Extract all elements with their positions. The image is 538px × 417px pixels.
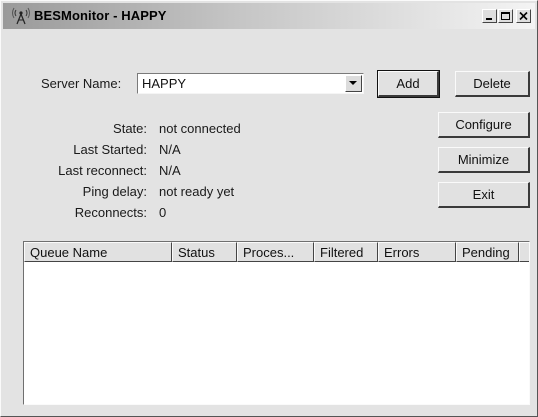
column-header-queue-name[interactable]: Queue Name bbox=[24, 242, 172, 262]
last-reconnect-label: Last reconnect: bbox=[58, 163, 147, 178]
add-button[interactable]: Add bbox=[377, 70, 440, 98]
column-header-filtered[interactable]: Filtered bbox=[314, 242, 378, 262]
exit-button[interactable]: Exit bbox=[438, 182, 530, 208]
state-label: State: bbox=[113, 121, 147, 136]
close-icon bbox=[519, 11, 528, 21]
server-dropdown-button[interactable] bbox=[345, 75, 362, 92]
window-title: BESMonitor - HAPPY bbox=[34, 8, 167, 23]
last-started-value: N/A bbox=[159, 142, 181, 157]
minimize-window-button[interactable] bbox=[482, 9, 497, 23]
title-bar[interactable]: BESMonitor - HAPPY bbox=[3, 3, 535, 29]
state-value: not connected bbox=[159, 121, 241, 136]
column-header-pending[interactable]: Pending bbox=[456, 242, 519, 262]
reconnects-value: 0 bbox=[159, 205, 167, 220]
server-name-value: HAPPY bbox=[142, 76, 187, 91]
chevron-down-icon bbox=[349, 81, 357, 85]
minimize-button[interactable]: Minimize bbox=[438, 147, 530, 173]
queue-list-view[interactable]: Queue Name Status Proces... Filtered Err… bbox=[23, 241, 530, 405]
server-name-label: Server Name: bbox=[41, 76, 122, 91]
besmonitor-window: BESMonitor - HAPPY Server Name: HAPPY Ad… bbox=[0, 0, 538, 417]
maximize-window-button[interactable] bbox=[498, 9, 513, 23]
column-header-errors[interactable]: Errors bbox=[378, 242, 456, 262]
column-header-processed[interactable]: Proces... bbox=[237, 242, 314, 262]
maximize-icon bbox=[501, 12, 510, 20]
queue-list-header: Queue Name Status Proces... Filtered Err… bbox=[24, 242, 529, 263]
last-reconnect-value: N/A bbox=[159, 163, 181, 178]
configure-button[interactable]: Configure bbox=[438, 112, 530, 138]
close-window-button[interactable] bbox=[516, 9, 531, 23]
column-header-filler bbox=[519, 242, 529, 262]
column-header-status[interactable]: Status bbox=[172, 242, 237, 262]
last-started-label: Last Started: bbox=[73, 142, 147, 157]
reconnects-label: Reconnects: bbox=[74, 205, 147, 220]
server-name-combobox[interactable]: HAPPY bbox=[137, 73, 364, 94]
ping-delay-label: Ping delay: bbox=[82, 184, 147, 199]
antenna-icon bbox=[11, 7, 31, 25]
delete-button[interactable]: Delete bbox=[455, 71, 530, 97]
minimize-icon bbox=[486, 18, 492, 20]
ping-delay-value: not ready yet bbox=[159, 184, 235, 199]
